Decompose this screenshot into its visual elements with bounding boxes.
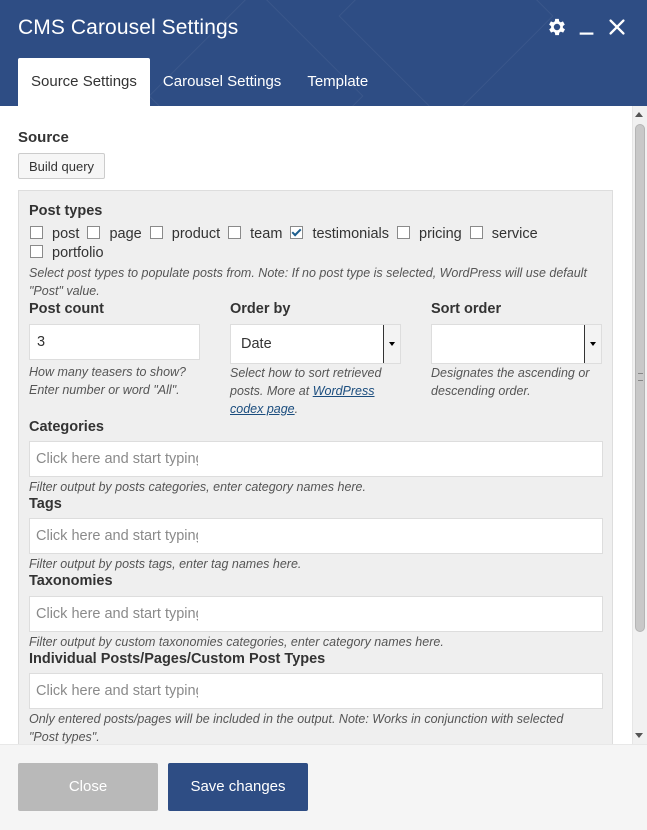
checkbox-item-pricing[interactable]: pricing	[397, 225, 462, 244]
checkbox-label: pricing	[419, 226, 462, 242]
post-count-help: How many teasers to show? Enter number o…	[29, 365, 187, 397]
taxonomies-placeholder: Click here and start typing...	[36, 606, 198, 622]
scrollbar[interactable]	[632, 106, 647, 744]
scroll-down-icon[interactable]	[635, 733, 643, 738]
checkbox[interactable]	[30, 245, 43, 258]
categories-placeholder: Click here and start typing...	[36, 451, 198, 467]
order-by-value: Date	[241, 336, 272, 352]
order-by-help: Select how to sort retrieved posts. More…	[230, 364, 410, 418]
individual-posts-placeholder: Click here and start typing...	[36, 683, 198, 699]
modal-footer: Close Save changes	[0, 744, 647, 830]
taxonomies-label: Taxonomies	[29, 573, 113, 589]
categories-input[interactable]: Click here and start typing...	[29, 441, 603, 477]
sort-order-help: Designates the ascending or descending o…	[431, 366, 590, 398]
source-label: Source	[18, 129, 69, 146]
checkbox[interactable]	[469, 226, 483, 239]
categories-label: Categories	[29, 419, 104, 435]
close-icon[interactable]	[606, 16, 628, 38]
tags-label: Tags	[29, 496, 62, 512]
checkbox-checked[interactable]	[290, 226, 304, 239]
checkbox-label: product	[171, 226, 221, 242]
query-panel: Post types post page product team testim…	[18, 190, 613, 744]
gear-icon[interactable]	[546, 16, 568, 38]
checkbox-label: team	[250, 226, 283, 242]
post-count-label: Post count	[29, 301, 104, 317]
checkbox-label: service	[491, 226, 538, 242]
post-types-checkboxes: post page product team testimonials pric…	[30, 225, 600, 263]
minimize-icon[interactable]	[576, 16, 598, 38]
save-changes-button[interactable]: Save changes	[168, 763, 308, 811]
close-button[interactable]: Close	[18, 763, 158, 811]
tab-carousel-settings[interactable]: Carousel Settings	[150, 58, 294, 106]
modal-title: CMS Carousel Settings	[18, 16, 239, 39]
tab-bar: Source Settings Carousel Settings Templa…	[18, 58, 381, 106]
order-by-select[interactable]: Date	[230, 324, 401, 364]
chevron-down-icon[interactable]	[383, 325, 400, 363]
tab-template[interactable]: Template	[294, 58, 381, 106]
scrollbar-thumb[interactable]	[635, 124, 645, 632]
checkbox-item-portfolio[interactable]: portfolio	[30, 244, 104, 263]
sort-order-select[interactable]	[431, 324, 602, 364]
post-types-label: Post types	[29, 203, 103, 219]
checkbox-item-team[interactable]: team	[228, 225, 282, 244]
individual-posts-help: Only entered posts/pages will be include…	[29, 712, 564, 744]
modal-header: CMS Carousel Settings Source Settings Ca…	[0, 0, 647, 106]
tags-help: Filter output by posts tags, enter tag n…	[29, 557, 302, 571]
checkbox[interactable]	[149, 226, 163, 239]
checkbox[interactable]	[30, 226, 43, 239]
tags-input[interactable]: Click here and start typing...	[29, 518, 603, 554]
tab-source-settings[interactable]: Source Settings	[18, 58, 150, 106]
checkbox[interactable]	[397, 226, 411, 239]
scroll-up-icon[interactable]	[635, 112, 643, 117]
checkbox-label: portfolio	[52, 245, 104, 261]
checkbox[interactable]	[228, 226, 242, 239]
checkbox-item-testimonials[interactable]: testimonials	[290, 225, 389, 244]
checkbox-label: testimonials	[312, 226, 389, 242]
chevron-down-icon[interactable]	[584, 325, 601, 363]
categories-help: Filter output by posts categories, enter…	[29, 480, 366, 494]
modal-body: Source Build query Post types post page …	[0, 106, 632, 744]
taxonomies-help: Filter output by custom taxonomies categ…	[29, 635, 444, 649]
taxonomies-input[interactable]: Click here and start typing...	[29, 596, 603, 632]
checkbox-label: post	[52, 226, 80, 242]
checkbox-item-page[interactable]: page	[87, 225, 142, 244]
checkbox[interactable]	[87, 226, 101, 239]
tags-placeholder: Click here and start typing...	[36, 528, 198, 544]
individual-posts-label: Individual Posts/Pages/Custom Post Types	[29, 651, 326, 667]
order-by-help-suffix: .	[294, 402, 299, 416]
checkbox-label: page	[109, 226, 142, 242]
sort-order-label: Sort order	[431, 301, 502, 317]
post-count-input[interactable]	[29, 324, 200, 360]
post-types-help: Select post types to populate posts from…	[29, 266, 587, 298]
checkbox-item-post[interactable]: post	[30, 225, 79, 244]
checkbox-item-product[interactable]: product	[149, 225, 221, 244]
build-query-button[interactable]: Build query	[18, 153, 106, 179]
order-by-label: Order by	[230, 301, 291, 317]
individual-posts-input[interactable]: Click here and start typing...	[29, 673, 603, 709]
grip-icon	[638, 373, 643, 381]
checkbox-item-service[interactable]: service	[469, 225, 538, 244]
